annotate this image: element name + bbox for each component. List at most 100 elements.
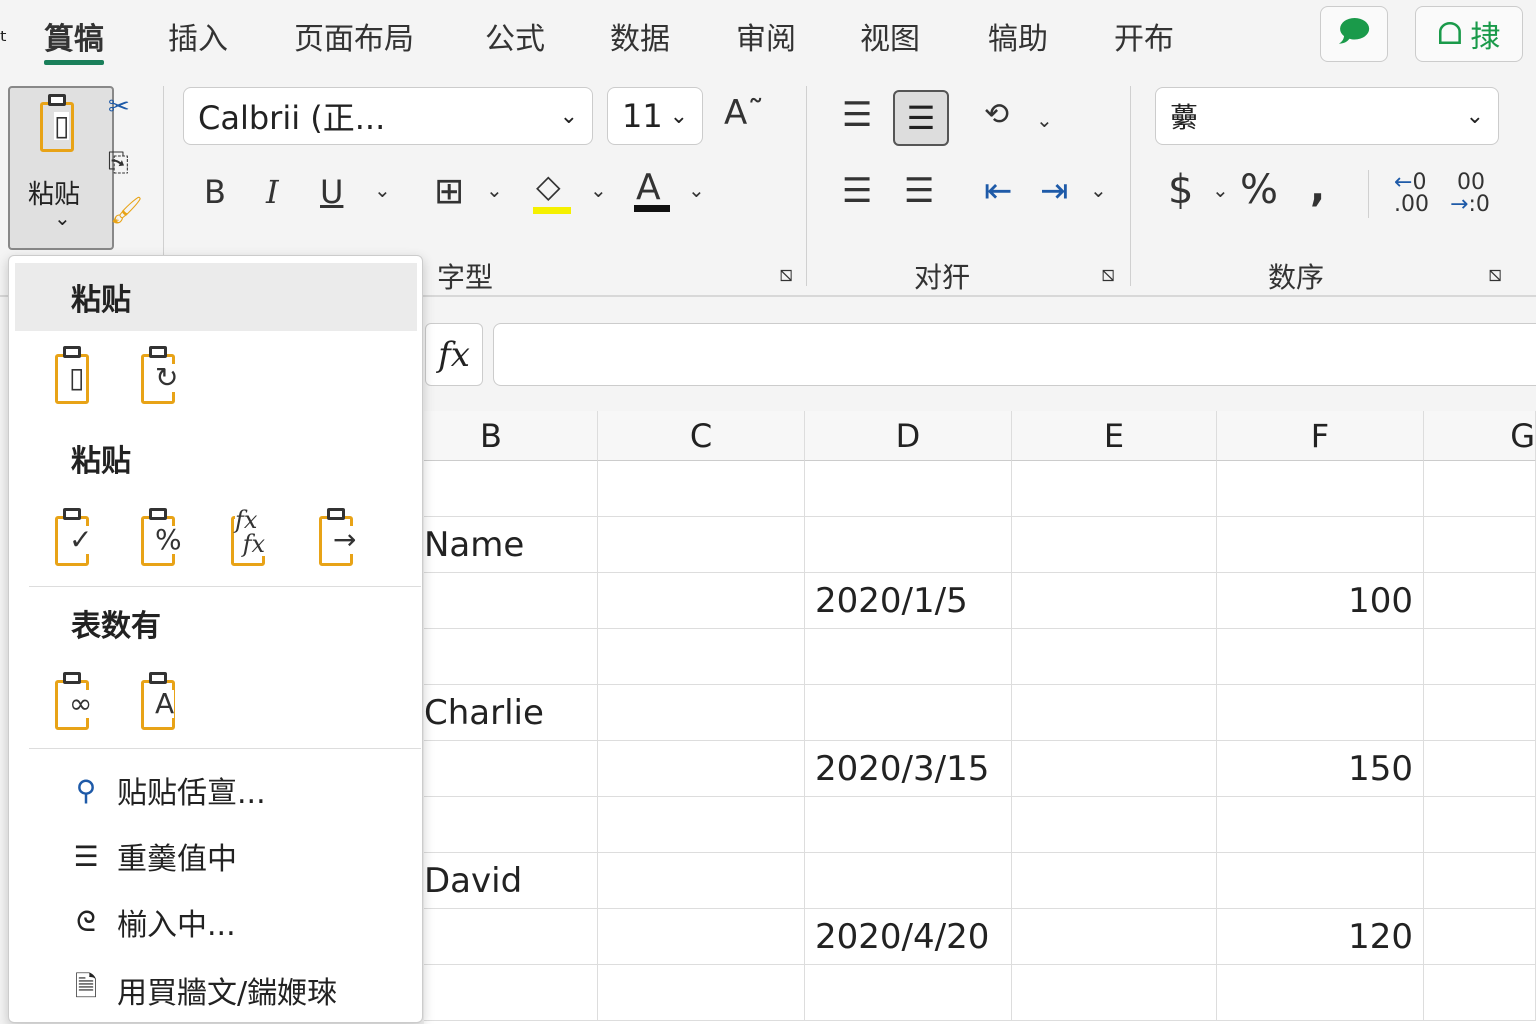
cell-e5[interactable] xyxy=(1012,685,1217,741)
chevron-down-icon[interactable]: ⌄ xyxy=(1090,180,1107,200)
cell-d9[interactable]: 2020/4/20 xyxy=(805,909,1012,965)
cell-e4[interactable] xyxy=(1012,629,1217,685)
menu-item-3[interactable]: ᘓ 椾入中... xyxy=(69,900,235,944)
cell-b8[interactable]: David xyxy=(424,853,598,909)
tab-developer[interactable]: 开布 xyxy=(1114,14,1174,58)
cell-d6[interactable]: 2020/3/15 xyxy=(805,741,1012,797)
cell-g1[interactable] xyxy=(1424,461,1536,517)
column-header-c[interactable]: C xyxy=(598,411,805,461)
tab-formulas[interactable]: 公式 xyxy=(485,14,545,58)
menu-item-2[interactable]: ☰ 重羹值中 xyxy=(69,834,237,878)
increase-indent-icon[interactable]: ⇥ xyxy=(1040,174,1069,208)
tab-help[interactable]: 犒助 xyxy=(988,14,1048,58)
cell-f8[interactable] xyxy=(1217,853,1424,909)
column-header-b[interactable]: B xyxy=(424,411,598,461)
cell-d8[interactable] xyxy=(805,853,1012,909)
cell-g6[interactable] xyxy=(1424,741,1536,797)
cell-e10[interactable] xyxy=(1012,965,1217,1021)
cell-d1[interactable] xyxy=(805,461,1012,517)
share-button[interactable]: ᗝ捸 xyxy=(1415,6,1523,62)
align-center-icon[interactable]: ☰ xyxy=(904,174,934,208)
tab-insert[interactable]: 插入 xyxy=(168,14,228,58)
cell-d10[interactable] xyxy=(805,965,1012,1021)
cell-c7[interactable] xyxy=(598,797,805,853)
cell-g10[interactable] xyxy=(1424,965,1536,1021)
tab-home[interactable]: 篔犒 xyxy=(44,14,104,58)
cell-g4[interactable] xyxy=(1424,629,1536,685)
cell-g8[interactable] xyxy=(1424,853,1536,909)
cell-f1[interactable] xyxy=(1217,461,1424,517)
cell-g2[interactable] xyxy=(1424,517,1536,573)
cell-b5[interactable]: Charlie xyxy=(424,685,598,741)
cell-f5[interactable] xyxy=(1217,685,1424,741)
cell-c4[interactable] xyxy=(598,629,805,685)
cell-g7[interactable] xyxy=(1424,797,1536,853)
cell-c2[interactable] xyxy=(598,517,805,573)
paste-special-item[interactable]: ⚲ 贴贴佸亶... xyxy=(69,768,266,812)
formula-input[interactable] xyxy=(493,323,1536,386)
copy-icon[interactable]: ⎘ xyxy=(108,150,129,176)
underline-icon[interactable]: U xyxy=(320,176,343,208)
tab-overflow[interactable]: ₜ xyxy=(0,18,8,48)
font-size-select[interactable]: 11 ⌄ xyxy=(607,87,703,145)
tab-page-layout[interactable]: 页面布局 xyxy=(294,14,414,58)
paste-icon[interactable]: ▯ xyxy=(53,346,103,406)
cell-b2[interactable]: Name xyxy=(424,517,598,573)
comma-style-icon[interactable]: , xyxy=(1310,168,1325,208)
cell-e3[interactable] xyxy=(1012,573,1217,629)
column-header-e[interactable]: E xyxy=(1012,411,1217,461)
font-color-icon[interactable]: A xyxy=(636,170,661,206)
cell-g5[interactable] xyxy=(1424,685,1536,741)
column-header-d[interactable]: D xyxy=(805,411,1012,461)
currency-icon[interactable]: $ xyxy=(1168,170,1193,210)
chevron-down-icon[interactable]: ⌄ xyxy=(1212,180,1229,200)
chevron-down-icon[interactable]: ⌄ xyxy=(486,180,503,200)
cell-b6[interactable] xyxy=(424,741,598,797)
cell-d7[interactable] xyxy=(805,797,1012,853)
format-painter-icon[interactable]: 🖌 xyxy=(110,198,143,224)
cell-d5[interactable] xyxy=(805,685,1012,741)
cell-b4[interactable] xyxy=(424,629,598,685)
font-dialog-launcher-icon[interactable]: ⧅ xyxy=(779,262,793,287)
decrease-indent-icon[interactable]: ⇤ xyxy=(984,174,1013,208)
cell-c6[interactable] xyxy=(598,741,805,797)
alignment-dialog-launcher-icon[interactable]: ⧅ xyxy=(1101,262,1115,287)
paste-button[interactable]: ▯ 粘贴 ⌄ xyxy=(8,86,114,250)
cell-c10[interactable] xyxy=(598,965,805,1021)
chevron-down-icon[interactable]: ⌄ xyxy=(590,180,607,200)
cell-e1[interactable] xyxy=(1012,461,1217,517)
paste-values-number-format-icon[interactable]: % xyxy=(139,508,189,568)
chevron-down-icon[interactable]: ⌄ xyxy=(374,180,391,200)
cell-e9[interactable] xyxy=(1012,909,1217,965)
cell-f10[interactable] xyxy=(1217,965,1424,1021)
fill-color-icon[interactable]: ◇ xyxy=(536,170,561,202)
cell-f9[interactable]: 120 xyxy=(1217,909,1424,965)
cell-b1[interactable] xyxy=(424,461,598,517)
cell-b3[interactable] xyxy=(424,573,598,629)
cell-g3[interactable] xyxy=(1424,573,1536,629)
tab-data[interactable]: 数据 xyxy=(610,14,670,58)
bold-icon[interactable]: B xyxy=(204,176,226,208)
italic-icon[interactable]: I xyxy=(266,176,279,208)
chevron-down-icon[interactable]: ⌄ xyxy=(1036,110,1053,130)
tab-view[interactable]: 视图 xyxy=(860,14,920,58)
cell-d3[interactable]: 2020/1/5 xyxy=(805,573,1012,629)
font-name-select[interactable]: Calbrii (正... ⌄ xyxy=(183,87,593,145)
cell-c9[interactable] xyxy=(598,909,805,965)
paste-transpose-icon[interactable]: → xyxy=(317,508,367,568)
number-dialog-launcher-icon[interactable]: ⧅ xyxy=(1488,262,1502,287)
cell-c5[interactable] xyxy=(598,685,805,741)
increase-decimal-icon[interactable]: ←0.00 xyxy=(1394,172,1429,216)
cell-f6[interactable]: 150 xyxy=(1217,741,1424,797)
cell-f3[interactable]: 100 xyxy=(1217,573,1424,629)
cut-icon[interactable]: ✂ xyxy=(108,94,130,120)
cell-b10[interactable] xyxy=(424,965,598,1021)
paste-keep-formatting-icon[interactable]: ↻ xyxy=(139,346,189,406)
number-format-select[interactable]: 虆 ⌄ xyxy=(1155,87,1499,145)
cell-e8[interactable] xyxy=(1012,853,1217,909)
cell-c8[interactable] xyxy=(598,853,805,909)
tab-review[interactable]: 审阅 xyxy=(736,14,796,58)
align-top-icon[interactable]: ☰ xyxy=(842,98,872,132)
cell-c3[interactable] xyxy=(598,573,805,629)
percent-icon[interactable]: % xyxy=(1240,170,1278,210)
